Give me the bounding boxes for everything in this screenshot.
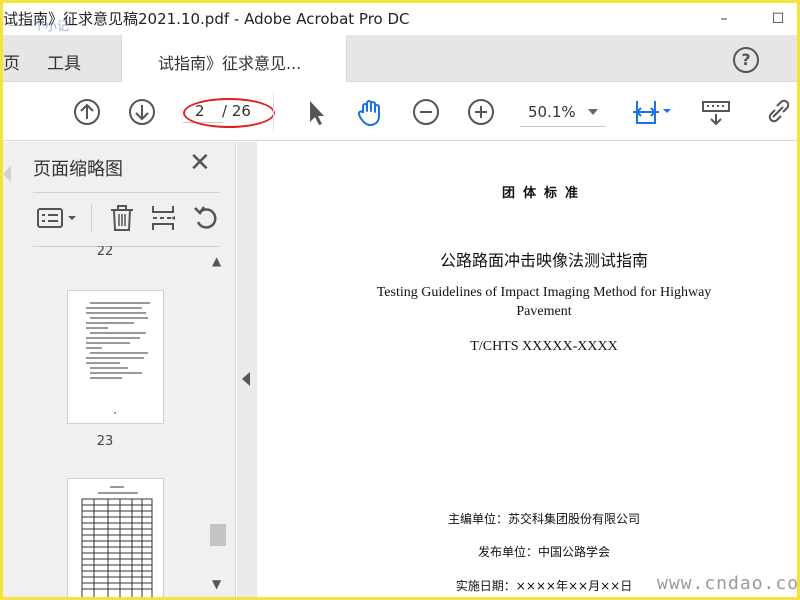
- panel-tool-divider: [91, 204, 92, 232]
- scroll-up-icon[interactable]: ▲: [212, 254, 221, 268]
- tab-home[interactable]: 页: [3, 49, 20, 74]
- zoom-dropdown[interactable]: 50.1%: [520, 97, 606, 127]
- panel-title: 页面缩略图: [33, 159, 123, 180]
- panel-splitter[interactable]: [237, 142, 257, 597]
- tab-document[interactable]: 试指南》征求意见...: [121, 35, 347, 82]
- document-title-en-line1: Testing Guidelines of Impact Imaging Met…: [376, 285, 712, 300]
- help-button[interactable]: ?: [733, 47, 759, 73]
- zoom-in-icon[interactable]: [466, 97, 496, 127]
- standard-code: T/CHTS XXXXX-XXXX: [470, 339, 618, 354]
- document-page: 团体标准 公路路面冲击映像法测试指南 Testing Guidelines of…: [257, 142, 797, 597]
- toolbar: 2 / 26 50.1%: [3, 83, 797, 141]
- tab-bar: 页 工具 试指南》征求意见... ?: [3, 35, 797, 82]
- standard-type: 团体标准: [501, 186, 586, 201]
- close-icon[interactable]: ✕: [189, 150, 211, 176]
- thumbnail-label: 23: [96, 434, 114, 449]
- thumbnail-text-preview: [86, 302, 150, 414]
- thumbnail-scrollbar[interactable]: ▲ ▼: [207, 252, 229, 597]
- zoom-value: 50.1%: [528, 103, 576, 121]
- scrollbar-thumb[interactable]: [210, 524, 226, 546]
- document-title-cn: 公路路面冲击映像法测试指南: [439, 251, 648, 270]
- zoom-out-icon[interactable]: [411, 97, 441, 127]
- thumbnail-list: 22 23: [3, 246, 207, 597]
- panel-collapse-tab-icon[interactable]: [3, 166, 11, 182]
- toolbar-divider: [273, 93, 274, 131]
- thumbnail-table-preview: [81, 486, 153, 597]
- previous-page-icon[interactable]: [72, 97, 102, 127]
- extract-pages-icon[interactable]: [149, 202, 179, 234]
- red-annotation-ellipse: [183, 98, 275, 128]
- trash-icon[interactable]: [107, 202, 137, 234]
- chevron-down-icon: [588, 109, 598, 115]
- acrobat-window: 试指南》征求意见稿2021.10.pdf - Adobe Acrobat Pro…: [3, 3, 797, 597]
- corner-watermark: 一一个小记: [9, 19, 70, 33]
- publisher: 发布单位：中国公路学会: [477, 545, 610, 559]
- chief-organization: 主编单位：苏交科集团股份有限公司: [447, 512, 640, 526]
- thumbnail-label: 22: [96, 246, 114, 259]
- tab-document-label: 试指南》征求意见...: [158, 54, 302, 73]
- document-title-en-line2: Pavement: [516, 304, 572, 319]
- fit-page-icon[interactable]: [631, 97, 675, 127]
- minimize-button[interactable]: –: [709, 7, 739, 31]
- collapse-panel-icon[interactable]: [242, 372, 250, 386]
- maximize-button[interactable]: ☐: [763, 7, 793, 31]
- hand-tool-icon[interactable]: [355, 97, 385, 127]
- thumbnail-page-24[interactable]: [67, 478, 164, 597]
- thumbnail-panel: 页面缩略图 ✕ 22 23 ▲ ▼: [3, 142, 236, 597]
- site-watermark: www.cndao.com: [657, 573, 797, 594]
- tab-tools[interactable]: 工具: [47, 49, 81, 74]
- scroll-down-icon[interactable]: ▼: [212, 577, 221, 591]
- link-share-icon[interactable]: [763, 97, 797, 127]
- panel-divider: [33, 192, 219, 193]
- select-cursor-icon[interactable]: [301, 97, 331, 127]
- thumbnail-options-icon[interactable]: [36, 202, 78, 234]
- rotate-icon[interactable]: [191, 202, 221, 234]
- scroll-mode-icon[interactable]: [700, 97, 732, 127]
- title-bar: 试指南》征求意见稿2021.10.pdf - Adobe Acrobat Pro…: [3, 3, 797, 35]
- next-page-icon[interactable]: [127, 97, 157, 127]
- thumbnail-page-23[interactable]: [67, 290, 164, 424]
